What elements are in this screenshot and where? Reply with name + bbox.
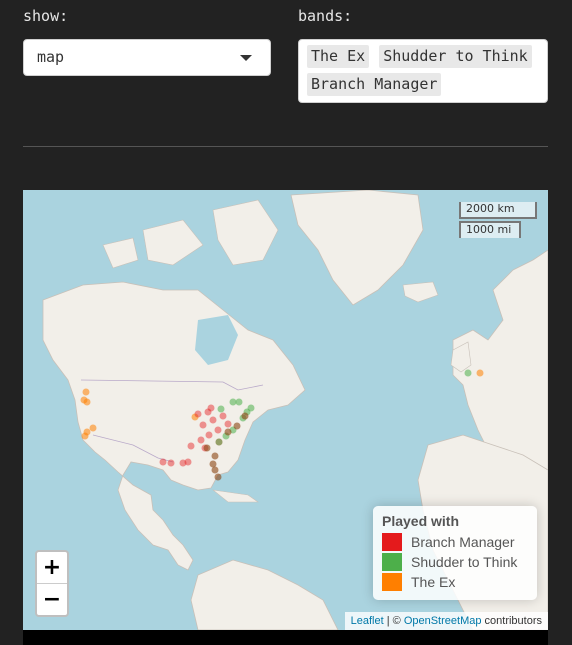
bands-multiselect[interactable]: The Ex Shudder to Think Branch Manager: [298, 39, 548, 103]
legend-item: The Ex: [382, 572, 528, 592]
show-label: show:: [23, 7, 69, 25]
attribution: Leaflet | © OpenStreetMap contributors: [344, 612, 548, 630]
bottom-bar: [23, 630, 548, 645]
attribution-contributors: contributors: [481, 615, 542, 627]
legend-swatch: [382, 533, 402, 551]
attribution-sep: | ©: [383, 615, 404, 627]
legend-title: Played with: [382, 513, 460, 529]
leaflet-link[interactable]: Leaflet: [351, 615, 384, 627]
zoom-out-button[interactable]: −: [37, 584, 67, 615]
band-tag-branch-manager[interactable]: Branch Manager: [307, 73, 442, 96]
band-tag-the-ex[interactable]: The Ex: [307, 45, 370, 68]
show-select-value: map: [37, 48, 65, 66]
legend-label: The Ex: [411, 574, 456, 590]
zoom-in-button[interactable]: +: [37, 552, 67, 584]
osm-link[interactable]: OpenStreetMap: [404, 615, 482, 627]
legend-label: Branch Manager: [411, 534, 515, 550]
scale-mi: 1000 mi: [459, 221, 521, 238]
band-tag-shudder-to-think[interactable]: Shudder to Think: [379, 45, 532, 68]
chevron-down-icon: [240, 55, 252, 61]
legend-item: Shudder to Think: [382, 552, 528, 572]
legend-item: Branch Manager: [382, 532, 528, 552]
show-select[interactable]: map: [23, 39, 271, 76]
zoom-control: + −: [35, 550, 69, 617]
legend-label: Shudder to Think: [411, 554, 518, 570]
scale-bar: 2000 km 1000 mi: [459, 202, 537, 238]
scale-km: 2000 km: [459, 202, 537, 219]
map[interactable]: 2000 km 1000 mi + − Played with Branch M…: [23, 190, 548, 630]
bands-label: bands:: [298, 7, 353, 25]
legend-swatch: [382, 573, 402, 591]
divider: [23, 146, 548, 147]
legend: Played with Branch Manager Shudder to Th…: [373, 506, 537, 600]
legend-swatch: [382, 553, 402, 571]
